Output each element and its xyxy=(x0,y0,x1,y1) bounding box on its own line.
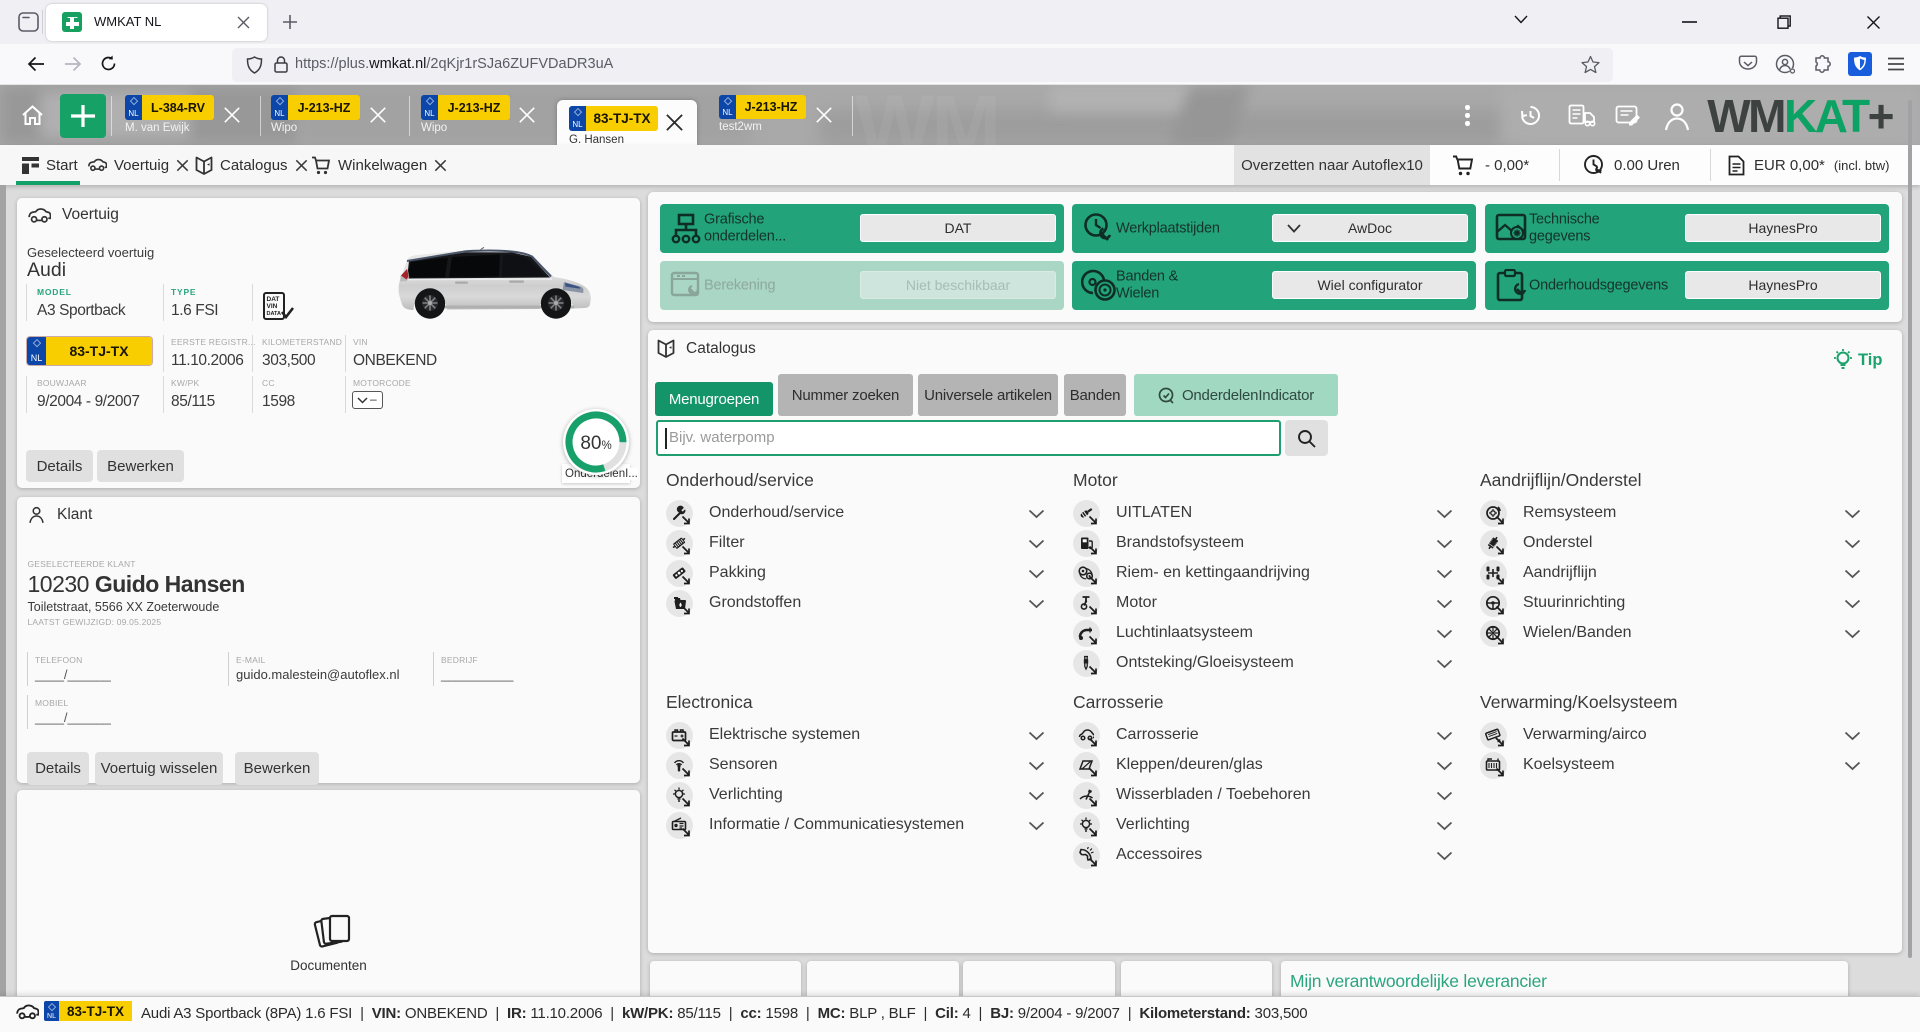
svg-text:DAT: DAT xyxy=(267,296,280,303)
svg-text:DATA: DATA xyxy=(267,311,281,317)
svg-text:VIN: VIN xyxy=(267,303,278,310)
